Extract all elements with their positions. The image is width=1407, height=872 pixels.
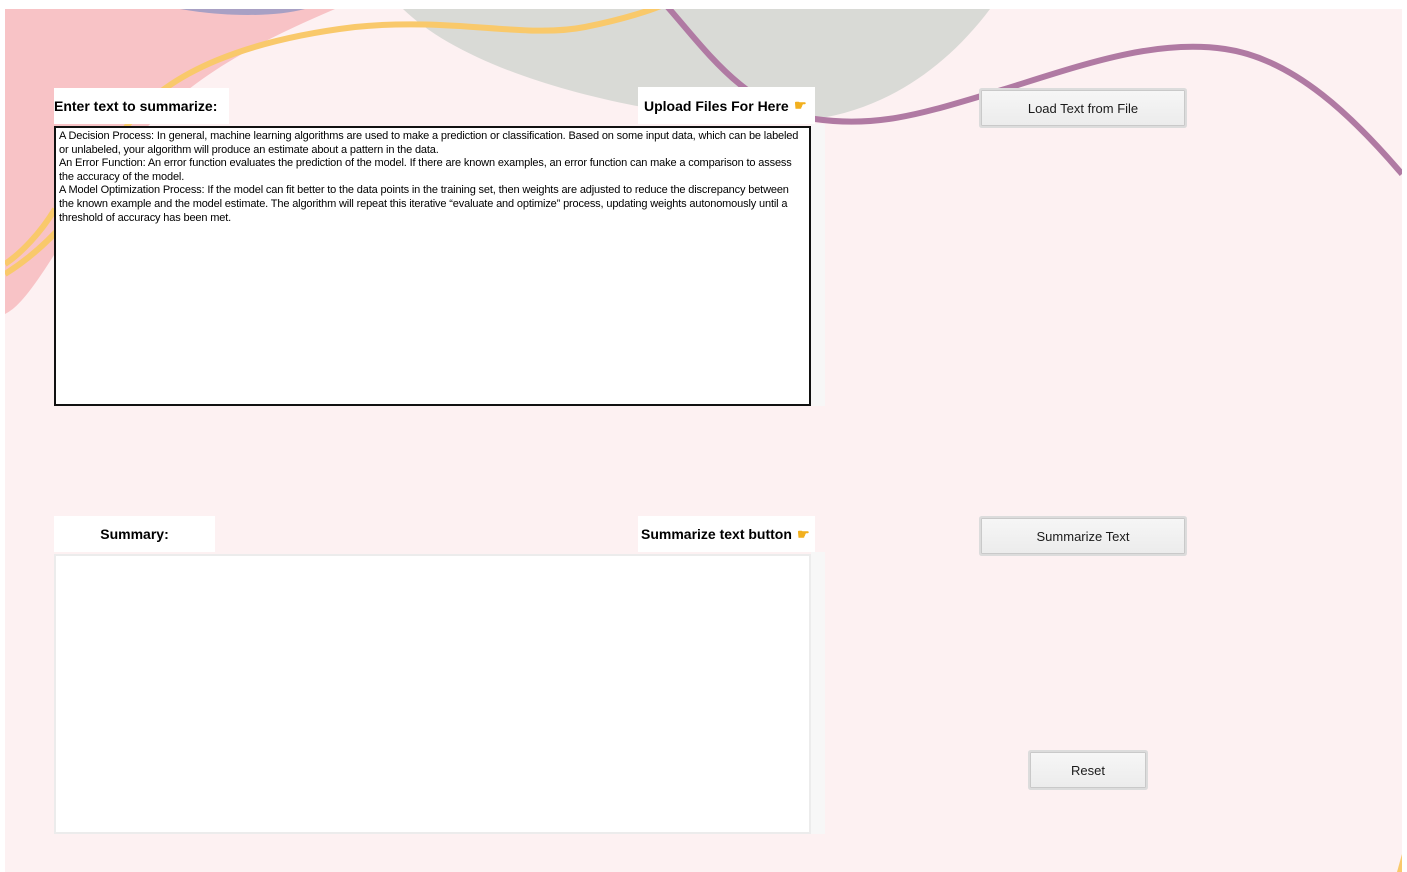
reset-button-label: Reset (1071, 762, 1105, 778)
input-paragraph-2: An Error Function: An error function eva… (59, 157, 792, 183)
pointing-hand-icon: ☚ (796, 525, 810, 542)
summarize-text-button-label: Summarize Text (1036, 528, 1130, 544)
summarize-hint-text: Summarize text button (641, 526, 792, 542)
upload-hint-label: Upload Files For Here ☚ (638, 87, 815, 124)
pointing-hand-icon: ☚ (793, 97, 807, 113)
yellow-accent (1397, 854, 1402, 872)
summary-output[interactable] (54, 554, 811, 834)
reset-button[interactable]: Reset (1030, 752, 1146, 788)
load-text-button[interactable]: Load Text from File (981, 90, 1185, 126)
input-label: Enter text to summarize: (54, 88, 229, 124)
input-textarea[interactable]: A Decision Process: In general, machine … (54, 126, 811, 406)
upload-hint-text: Upload Files For Here (644, 97, 789, 114)
app-window: Enter text to summarize: Upload Files Fo… (5, 9, 1402, 872)
input-paragraph-3: A Model Optimization Process: If the mod… (59, 184, 789, 224)
summary-label: Summary: (54, 516, 215, 552)
input-panel-edge (811, 124, 825, 406)
summary-label-text: Summary: (100, 526, 169, 542)
summarize-hint-label: Summarize text button ☚ (638, 516, 815, 552)
summarize-text-button[interactable]: Summarize Text (981, 518, 1185, 554)
input-paragraph-1: A Decision Process: In general, machine … (59, 130, 799, 156)
input-label-text: Enter text to summarize: (54, 98, 218, 114)
load-text-button-label: Load Text from File (1027, 100, 1139, 116)
summary-panel-edge (811, 552, 825, 834)
